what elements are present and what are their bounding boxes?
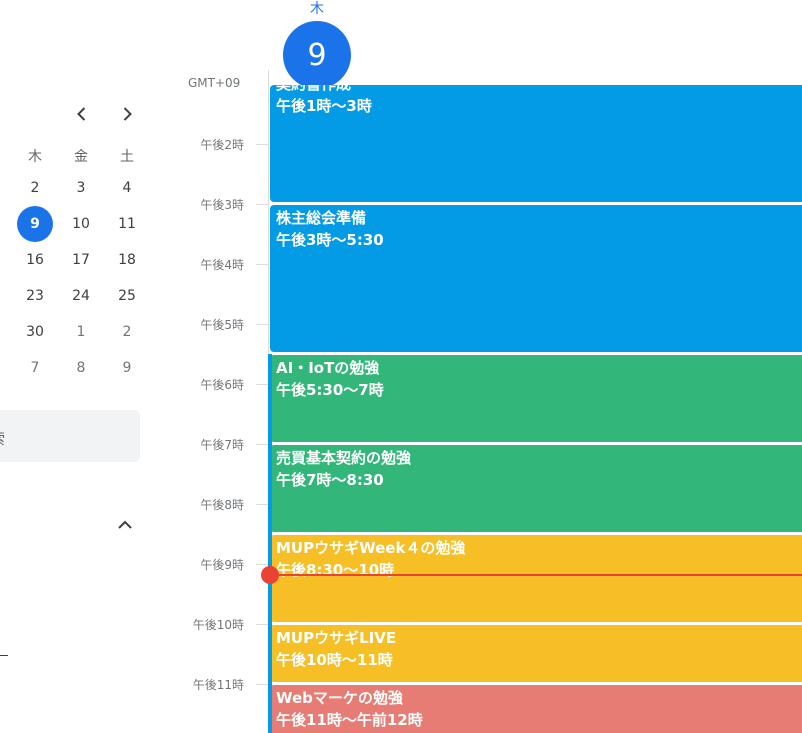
event-time: 午後10時〜11時 <box>276 651 393 669</box>
hour-label: 午後7時 <box>200 438 244 452</box>
day-number: 4 <box>122 180 132 196</box>
timezone-label: GMT+09 <box>188 76 241 90</box>
current-time-line <box>270 574 802 576</box>
weekday-label: 木 <box>28 149 42 165</box>
mini-calendar-day[interactable]: 7 <box>12 350 58 386</box>
event-time: 午後7時〜8:30 <box>276 471 384 489</box>
event-title: 売買基本契約の勉強 <box>276 449 412 467</box>
mini-calendar-day[interactable]: 30 <box>12 314 58 350</box>
divider <box>0 655 8 656</box>
day-number: 16 <box>26 252 44 268</box>
day-number: 17 <box>72 252 90 268</box>
mini-calendar-day-today[interactable]: 9 <box>12 206 58 242</box>
calendar-event[interactable]: MUPウサギWeek４の勉強 午後8:30〜10時 <box>270 535 802 622</box>
event-time: 午後5:30〜7時 <box>276 381 384 399</box>
day-number: 7 <box>30 360 40 376</box>
mini-calendar-day[interactable]: 18 <box>104 242 150 278</box>
calendar-event[interactable]: 契約書作成午後1時〜3時 <box>270 85 802 202</box>
calendar-day-view: 木 金 土 234910111617182324253012789 索 木 9 … <box>0 0 802 733</box>
hour-tick <box>256 264 269 265</box>
mini-calendar-day[interactable]: 1 <box>58 314 104 350</box>
day-date-button[interactable]: 9 <box>283 21 351 89</box>
day-number: 18 <box>118 252 136 268</box>
event-time: 午後3時〜5:30 <box>276 231 384 249</box>
hour-tick <box>256 204 269 205</box>
event-title: Webマーケの勉強 <box>276 689 403 707</box>
mini-calendar-week: 2 3 4 <box>12 170 150 206</box>
mini-calendar-day[interactable]: 2 <box>104 314 150 350</box>
hour-label: 午後2時 <box>200 138 244 152</box>
mini-calendar-day[interactable]: 10 <box>58 206 104 242</box>
calendar-event[interactable]: AI・IoTの勉強 午後5:30〜7時 <box>270 355 802 442</box>
chevron-up-icon <box>118 520 132 529</box>
event-time: 午後1時〜3時 <box>276 97 372 115</box>
day-number: 9 <box>17 206 53 242</box>
mini-calendar-day[interactable]: 17 <box>58 242 104 278</box>
calendar-event[interactable]: Webマーケの勉強午後11時〜午前12時 <box>270 685 802 733</box>
mini-calendar-day[interactable]: 23 <box>12 278 58 314</box>
mini-calendar-day[interactable]: 25 <box>104 278 150 314</box>
weekday-label: 土 <box>120 149 134 165</box>
day-number: 3 <box>76 180 86 196</box>
mini-calendar-day[interactable]: 9 <box>104 350 150 386</box>
current-time-dot <box>261 566 279 584</box>
divider <box>268 70 269 100</box>
day-number: 30 <box>26 324 44 340</box>
mini-calendar-week: 9 10 11 <box>12 206 150 242</box>
calendar-event[interactable]: 株主総会準備 午後3時〜5:30 <box>270 205 802 352</box>
mini-calendar-day[interactable]: 3 <box>58 170 104 206</box>
hour-label: 午後9時 <box>200 558 244 572</box>
weekday-label: 金 <box>74 149 88 165</box>
hour-label: 午後8時 <box>200 498 244 512</box>
mini-calendar: 木 金 土 2 3 4 9 10 11 16 17 18 23 24 25 30 1 2 7 8 9 <box>12 142 150 386</box>
event-title: MUPウサギWeek４の勉強 <box>276 539 466 557</box>
hour-label: 午後3時 <box>200 198 244 212</box>
mini-calendar-day[interactable]: 4 <box>104 170 150 206</box>
calendar-event[interactable]: MUPウサギLIVE 午後10時〜11時 <box>270 625 802 682</box>
day-number: 8 <box>76 360 86 376</box>
day-number: 2 <box>30 180 40 196</box>
day-number: 24 <box>72 288 90 304</box>
chevron-right-icon <box>123 107 132 121</box>
day-number: 23 <box>26 288 44 304</box>
mini-calendar-day[interactable]: 16 <box>12 242 58 278</box>
mini-calendar-day[interactable]: 2 <box>12 170 58 206</box>
day-number: 9 <box>122 360 132 376</box>
event-time: 午後8:30〜10時 <box>276 561 395 579</box>
hour-label: 午後10時 <box>192 618 244 632</box>
event-overlap-strip <box>268 354 272 733</box>
prev-month-button[interactable] <box>66 98 98 130</box>
next-month-button[interactable] <box>111 98 143 130</box>
mini-calendar-day[interactable]: 11 <box>104 206 150 242</box>
event-title: 契約書作成 <box>276 85 802 95</box>
hour-label: 午後6時 <box>200 378 244 392</box>
mini-calendar-day[interactable]: 8 <box>58 350 104 386</box>
event-title: 株主総会準備 <box>276 209 367 227</box>
day-number: 10 <box>72 216 90 232</box>
mini-calendar-week: 23 24 25 <box>12 278 150 314</box>
collapse-section-button[interactable] <box>110 510 140 540</box>
hour-label: 午後11時 <box>192 678 244 692</box>
calendar-event[interactable]: 売買基本契約の勉強 午後7時〜8:30 <box>270 445 802 532</box>
event-time: 午後11時〜午前12時 <box>276 711 423 729</box>
event-title: AI・IoTの勉強 <box>276 359 380 377</box>
mini-calendar-week: 16 17 18 <box>12 242 150 278</box>
event-title: MUPウサギLIVE <box>276 629 397 647</box>
day-weekday: 木 <box>310 1 324 17</box>
mini-calendar-day[interactable]: 24 <box>58 278 104 314</box>
mini-calendar-week: 7 8 9 <box>12 350 150 386</box>
day-number: 2 <box>122 324 132 340</box>
day-number: 1 <box>76 324 86 340</box>
search-placeholder: 索 <box>0 428 5 449</box>
hour-label: 午後5時 <box>200 318 244 332</box>
day-number: 11 <box>118 216 136 232</box>
search-people-input[interactable]: 索 <box>0 410 140 462</box>
chevron-left-icon <box>77 107 86 121</box>
hour-label: 午後4時 <box>200 258 244 272</box>
hour-tick <box>256 144 269 145</box>
mini-calendar-week: 30 1 2 <box>12 314 150 350</box>
day-number: 25 <box>118 288 136 304</box>
hour-tick <box>256 324 269 325</box>
mini-calendar-weekdays: 木 金 土 <box>12 142 150 170</box>
